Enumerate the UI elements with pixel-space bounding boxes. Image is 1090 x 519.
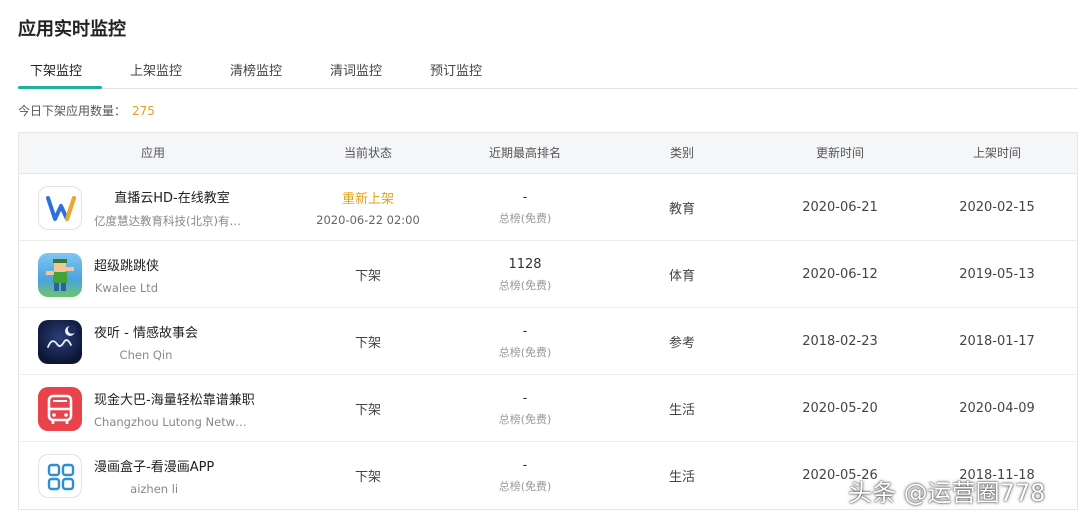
status-text: 下架	[354, 470, 381, 485]
delisted-count-value: 275	[132, 104, 155, 118]
app-developer: Chen Qin	[119, 347, 173, 362]
app-name[interactable]: 超级跳跳侠	[94, 255, 159, 274]
tab-keyword-clear-monitor[interactable]: 清词监控	[330, 60, 382, 79]
category-cell: 生活	[668, 470, 695, 485]
status-cell: 下架	[287, 442, 449, 509]
status-cell: 下架	[287, 375, 449, 442]
updated-date-cell: 2020-06-12	[802, 267, 878, 282]
rank-cell: - 总榜(免费)	[449, 308, 601, 375]
header-app: 应用	[140, 146, 165, 160]
bus-icon[interactable]	[38, 386, 82, 431]
table-row[interactable]: 夜听 - 情感故事会 Chen Qin 下架 - 总榜(免费) 参考 2018-…	[19, 308, 1077, 375]
app-name[interactable]: 直播云HD-在线教室	[94, 187, 250, 206]
status-text: 下架	[354, 403, 381, 418]
header-rank: 近期最高排名	[488, 146, 561, 160]
status-text: 下架	[354, 336, 381, 351]
app-cell: 夜听 - 情感故事会 Chen Qin	[19, 308, 287, 375]
delisted-count-label: 今日下架应用数量：	[18, 104, 127, 118]
status-cell: 下架	[287, 241, 449, 308]
status-time: 2020-06-22 02:00	[316, 213, 420, 227]
status-cell: 下架	[287, 308, 449, 375]
tab-preorder-monitor[interactable]: 预订监控	[430, 60, 482, 79]
rank-cell: - 总榜(免费)	[449, 174, 601, 241]
rank-value: -	[522, 323, 528, 339]
header-status: 当前状态	[343, 146, 392, 160]
updated-date-cell: 2020-05-20	[802, 401, 878, 416]
comic-box-grid-icon[interactable]	[38, 453, 82, 498]
rank-value: 1128	[508, 256, 542, 272]
app-developer: 亿度慧达教育科技(北京)有限公司	[94, 213, 250, 228]
app-developer: Kwalee Ltd	[94, 280, 159, 295]
rank-chart-name: 总榜(免费)	[498, 479, 552, 493]
app-name[interactable]: 夜听 - 情感故事会	[94, 322, 198, 341]
listed-date-cell: 2019-05-13	[959, 267, 1035, 282]
header-listed: 上架时间	[972, 146, 1021, 160]
rank-cell: - 总榜(免费)	[449, 442, 601, 509]
rank-chart-name: 总榜(免费)	[498, 345, 552, 359]
active-tab-indicator	[18, 86, 102, 89]
header-updated: 更新时间	[815, 146, 864, 160]
status-text: 重新上架	[341, 192, 394, 207]
table-row[interactable]: 直播云HD-在线教室 亿度慧达教育科技(北京)有限公司 重新上架 2020-06…	[19, 174, 1077, 241]
rank-chart-name: 总榜(免费)	[498, 412, 552, 426]
tab-delisting-monitor[interactable]: 下架监控	[30, 60, 82, 79]
app-name[interactable]: 漫画盒子-看漫画APP	[94, 456, 214, 475]
table-row[interactable]: 超级跳跳侠 Kwalee Ltd 下架 1128 总榜(免费) 体育 2020-…	[19, 241, 1077, 308]
table-row[interactable]: 现金大巴-海量轻松靠谱兼职 Changzhou Lutong Network T…	[19, 375, 1077, 442]
rank-value: -	[522, 390, 528, 406]
jumping-hero-icon[interactable]	[38, 252, 82, 297]
app-developer: Changzhou Lutong Network Technology	[94, 414, 250, 429]
listed-date-cell: 2020-02-15	[959, 200, 1035, 215]
monitor-tabs: 下架监控 上架监控 清榜监控 清词监控 预订监控	[18, 56, 1078, 89]
watermark-text: 头条 @运营圈778	[848, 479, 1046, 507]
tab-listing-monitor[interactable]: 上架监控	[130, 60, 182, 79]
status-text: 下架	[354, 269, 381, 284]
night-listen-moon-icon[interactable]	[38, 319, 82, 364]
listed-date-cell: 2020-04-09	[959, 401, 1035, 416]
delisted-count-summary: 今日下架应用数量： 275	[18, 102, 155, 119]
page-title: 应用实时监控	[18, 19, 126, 40]
rank-value: -	[522, 189, 528, 205]
tab-chart-clear-monitor[interactable]: 清榜监控	[230, 60, 282, 79]
app-cell: 现金大巴-海量轻松靠谱兼职 Changzhou Lutong Network T…	[19, 375, 287, 442]
rank-value: -	[522, 457, 528, 473]
app-monitor-table: 应用 当前状态 近期最高排名 类别 更新时间 上架时间 直播云HD-在线教室 亿…	[18, 132, 1078, 510]
category-cell: 教育	[668, 202, 695, 217]
app-cell: 超级跳跳侠 Kwalee Ltd	[19, 241, 287, 308]
app-cell: 直播云HD-在线教室 亿度慧达教育科技(北京)有限公司	[19, 174, 287, 241]
category-cell: 参考	[668, 336, 695, 351]
rank-cell: - 总榜(免费)	[449, 375, 601, 442]
listed-date-cell: 2018-01-17	[959, 334, 1035, 349]
updated-date-cell: 2018-02-23	[802, 334, 878, 349]
rank-chart-name: 总榜(免费)	[498, 211, 552, 225]
category-cell: 体育	[668, 269, 695, 284]
rank-cell: 1128 总榜(免费)	[449, 241, 601, 308]
updated-date-cell: 2020-06-21	[802, 200, 878, 215]
zhiboyun-w-icon[interactable]	[38, 185, 82, 230]
status-cell: 重新上架 2020-06-22 02:00	[287, 174, 449, 241]
app-cell: 漫画盒子-看漫画APP aizhen li	[19, 442, 287, 509]
app-name[interactable]: 现金大巴-海量轻松靠谱兼职	[94, 389, 255, 408]
table-header: 应用 当前状态 近期最高排名 类别 更新时间 上架时间	[19, 133, 1077, 174]
category-cell: 生活	[668, 403, 695, 418]
rank-chart-name: 总榜(免费)	[498, 278, 552, 292]
app-developer: aizhen li	[130, 481, 179, 496]
header-category: 类别	[669, 146, 694, 160]
